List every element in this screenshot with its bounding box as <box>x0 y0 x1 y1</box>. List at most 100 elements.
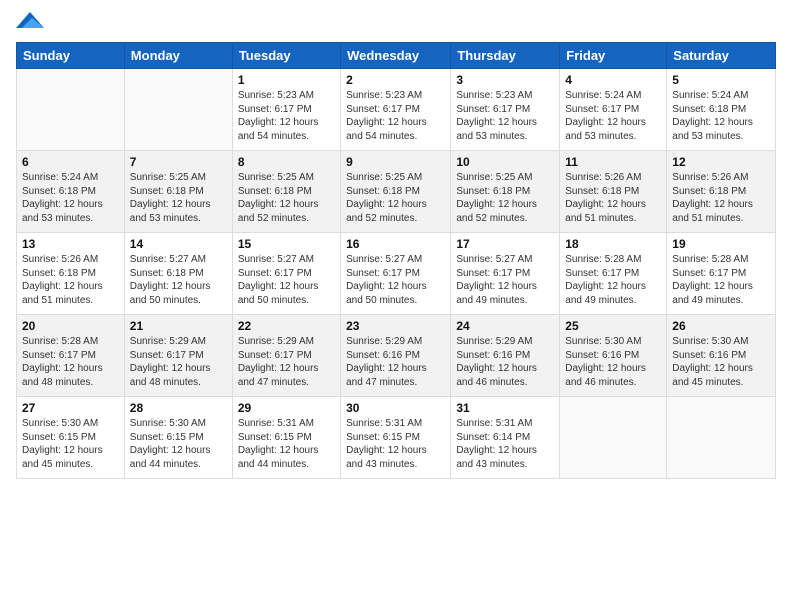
day-number: 24 <box>456 319 554 333</box>
day-number: 5 <box>672 73 770 87</box>
calendar-week-row: 27 Sunrise: 5:30 AMSunset: 6:15 PMDayligh… <box>17 397 776 479</box>
day-info: Sunrise: 5:23 AMSunset: 6:17 PMDaylight:… <box>346 89 445 143</box>
day-info: Sunrise: 5:31 AMSunset: 6:15 PMDaylight:… <box>238 417 335 471</box>
calendar-cell: 13 Sunrise: 5:26 AMSunset: 6:18 PMDayligh… <box>17 233 125 315</box>
day-info: Sunrise: 5:24 AMSunset: 6:17 PMDaylight:… <box>565 89 661 143</box>
day-info: Sunrise: 5:27 AMSunset: 6:17 PMDaylight:… <box>238 253 335 307</box>
day-info: Sunrise: 5:27 AMSunset: 6:18 PMDaylight:… <box>130 253 227 307</box>
calendar-cell: 29 Sunrise: 5:31 AMSunset: 6:15 PMDayligh… <box>232 397 340 479</box>
calendar-cell: 3 Sunrise: 5:23 AMSunset: 6:17 PMDaylight… <box>451 69 560 151</box>
day-info: Sunrise: 5:26 AMSunset: 6:18 PMDaylight:… <box>22 253 119 307</box>
calendar-cell: 23 Sunrise: 5:29 AMSunset: 6:16 PMDayligh… <box>341 315 451 397</box>
day-number: 18 <box>565 237 661 251</box>
day-info: Sunrise: 5:26 AMSunset: 6:18 PMDaylight:… <box>672 171 770 225</box>
page: SundayMondayTuesdayWednesdayThursdayFrid… <box>0 0 792 612</box>
day-number: 14 <box>130 237 227 251</box>
calendar-cell: 27 Sunrise: 5:30 AMSunset: 6:15 PMDayligh… <box>17 397 125 479</box>
day-number: 1 <box>238 73 335 87</box>
calendar-cell: 5Sunrise: 5:24 AMSunset: 6:18 PMDaylight… <box>667 69 776 151</box>
day-number: 25 <box>565 319 661 333</box>
day-of-week-tuesday: Tuesday <box>232 43 340 69</box>
day-of-week-thursday: Thursday <box>451 43 560 69</box>
day-of-week-friday: Friday <box>560 43 667 69</box>
day-info: Sunrise: 5:27 AMSunset: 6:17 PMDaylight:… <box>346 253 445 307</box>
day-number: 3 <box>456 73 554 87</box>
day-number: 26 <box>672 319 770 333</box>
day-number: 19 <box>672 237 770 251</box>
calendar-cell: 26 Sunrise: 5:30 AMSunset: 6:16 PMDayligh… <box>667 315 776 397</box>
day-info: Sunrise: 5:29 AMSunset: 6:17 PMDaylight:… <box>238 335 335 389</box>
calendar-cell: 9 Sunrise: 5:25 AMSunset: 6:18 PMDaylight… <box>341 151 451 233</box>
day-of-week-sunday: Sunday <box>17 43 125 69</box>
day-number: 30 <box>346 401 445 415</box>
day-number: 11 <box>565 155 661 169</box>
calendar-cell: 15 Sunrise: 5:27 AMSunset: 6:17 PMDayligh… <box>232 233 340 315</box>
day-number: 22 <box>238 319 335 333</box>
day-number: 27 <box>22 401 119 415</box>
day-info: Sunrise: 5:23 AMSunset: 6:17 PMDaylight:… <box>238 89 335 143</box>
day-number: 2 <box>346 73 445 87</box>
day-number: 12 <box>672 155 770 169</box>
calendar-cell <box>560 397 667 479</box>
calendar-cell: 14 Sunrise: 5:27 AMSunset: 6:18 PMDayligh… <box>124 233 232 315</box>
calendar-cell: 7 Sunrise: 5:25 AMSunset: 6:18 PMDaylight… <box>124 151 232 233</box>
day-info: Sunrise: 5:28 AMSunset: 6:17 PMDaylight:… <box>565 253 661 307</box>
calendar-cell: 11 Sunrise: 5:26 AMSunset: 6:18 PMDayligh… <box>560 151 667 233</box>
day-info: Sunrise: 5:30 AMSunset: 6:16 PMDaylight:… <box>672 335 770 389</box>
day-info: Sunrise: 5:29 AMSunset: 6:16 PMDaylight:… <box>346 335 445 389</box>
day-number: 7 <box>130 155 227 169</box>
day-info: Sunrise: 5:31 AMSunset: 6:14 PMDaylight:… <box>456 417 554 471</box>
day-info: Sunrise: 5:26 AMSunset: 6:18 PMDaylight:… <box>565 171 661 225</box>
logo-icon <box>16 10 44 32</box>
calendar-cell: 2 Sunrise: 5:23 AMSunset: 6:17 PMDaylight… <box>341 69 451 151</box>
calendar-cell: 22 Sunrise: 5:29 AMSunset: 6:17 PMDayligh… <box>232 315 340 397</box>
day-info: Sunrise: 5:24 AMSunset: 6:18 PMDaylight:… <box>22 171 119 225</box>
day-of-week-saturday: Saturday <box>667 43 776 69</box>
day-number: 29 <box>238 401 335 415</box>
calendar-cell: 17 Sunrise: 5:27 AMSunset: 6:17 PMDayligh… <box>451 233 560 315</box>
day-info: Sunrise: 5:28 AMSunset: 6:17 PMDaylight:… <box>22 335 119 389</box>
calendar-header-row: SundayMondayTuesdayWednesdayThursdayFrid… <box>17 43 776 69</box>
calendar-cell <box>667 397 776 479</box>
day-info: Sunrise: 5:29 AMSunset: 6:17 PMDaylight:… <box>130 335 227 389</box>
calendar-cell: 25Sunrise: 5:30 AMSunset: 6:16 PMDayligh… <box>560 315 667 397</box>
calendar-week-row: 6 Sunrise: 5:24 AMSunset: 6:18 PMDaylight… <box>17 151 776 233</box>
calendar-cell: 21 Sunrise: 5:29 AMSunset: 6:17 PMDayligh… <box>124 315 232 397</box>
calendar-cell: 18 Sunrise: 5:28 AMSunset: 6:17 PMDayligh… <box>560 233 667 315</box>
day-number: 20 <box>22 319 119 333</box>
calendar-cell <box>17 69 125 151</box>
calendar-week-row: 20 Sunrise: 5:28 AMSunset: 6:17 PMDayligh… <box>17 315 776 397</box>
day-info: Sunrise: 5:29 AMSunset: 6:16 PMDaylight:… <box>456 335 554 389</box>
day-number: 9 <box>346 155 445 169</box>
calendar-cell: 16 Sunrise: 5:27 AMSunset: 6:17 PMDayligh… <box>341 233 451 315</box>
day-info: Sunrise: 5:23 AMSunset: 6:17 PMDaylight:… <box>456 89 554 143</box>
day-info: Sunrise: 5:25 AMSunset: 6:18 PMDaylight:… <box>456 171 554 225</box>
day-info: Sunrise: 5:25 AMSunset: 6:18 PMDaylight:… <box>238 171 335 225</box>
calendar-cell: 31Sunrise: 5:31 AMSunset: 6:14 PMDayligh… <box>451 397 560 479</box>
day-number: 13 <box>22 237 119 251</box>
day-info: Sunrise: 5:30 AMSunset: 6:15 PMDaylight:… <box>130 417 227 471</box>
day-info: Sunrise: 5:28 AMSunset: 6:17 PMDaylight:… <box>672 253 770 307</box>
day-number: 23 <box>346 319 445 333</box>
calendar-week-row: 13 Sunrise: 5:26 AMSunset: 6:18 PMDayligh… <box>17 233 776 315</box>
calendar-week-row: 1 Sunrise: 5:23 AMSunset: 6:17 PMDaylight… <box>17 69 776 151</box>
calendar-cell: 19 Sunrise: 5:28 AMSunset: 6:17 PMDayligh… <box>667 233 776 315</box>
day-info: Sunrise: 5:25 AMSunset: 6:18 PMDaylight:… <box>130 171 227 225</box>
day-number: 16 <box>346 237 445 251</box>
day-info: Sunrise: 5:31 AMSunset: 6:15 PMDaylight:… <box>346 417 445 471</box>
day-number: 6 <box>22 155 119 169</box>
day-info: Sunrise: 5:25 AMSunset: 6:18 PMDaylight:… <box>346 171 445 225</box>
calendar-cell: 10 Sunrise: 5:25 AMSunset: 6:18 PMDayligh… <box>451 151 560 233</box>
day-number: 10 <box>456 155 554 169</box>
day-info: Sunrise: 5:27 AMSunset: 6:17 PMDaylight:… <box>456 253 554 307</box>
day-info: Sunrise: 5:30 AMSunset: 6:15 PMDaylight:… <box>22 417 119 471</box>
day-number: 21 <box>130 319 227 333</box>
day-number: 15 <box>238 237 335 251</box>
calendar-cell: 24 Sunrise: 5:29 AMSunset: 6:16 PMDayligh… <box>451 315 560 397</box>
day-number: 17 <box>456 237 554 251</box>
calendar-cell: 8Sunrise: 5:25 AMSunset: 6:18 PMDaylight… <box>232 151 340 233</box>
calendar-table: SundayMondayTuesdayWednesdayThursdayFrid… <box>16 42 776 479</box>
day-number: 4 <box>565 73 661 87</box>
calendar-cell: 30 Sunrise: 5:31 AMSunset: 6:15 PMDayligh… <box>341 397 451 479</box>
day-number: 28 <box>130 401 227 415</box>
